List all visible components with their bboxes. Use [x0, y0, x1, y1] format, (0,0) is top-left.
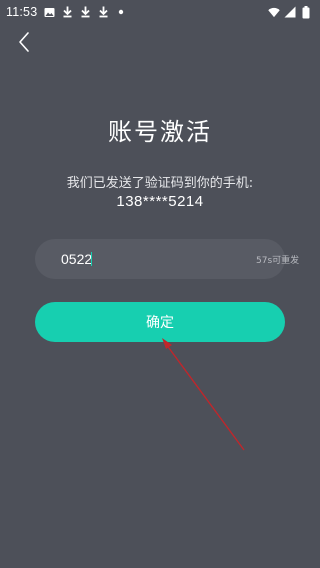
annotation-arrow: [162, 338, 245, 451]
image-icon: [43, 6, 55, 18]
status-time: 11:53: [6, 5, 38, 19]
battery-icon: [300, 5, 312, 18]
dot-icon: [115, 6, 127, 18]
verification-code-row: 57s可重发: [35, 239, 299, 279]
page-title: 账号激活: [108, 118, 212, 146]
status-bar: 11:53: [0, 0, 320, 24]
chevron-left-icon: [17, 31, 31, 57]
status-right: [268, 5, 312, 18]
text-cursor: [91, 252, 92, 266]
wifi-icon: [268, 6, 280, 18]
signal-icon: [284, 6, 296, 18]
status-left: 11:53: [6, 5, 127, 19]
download-icon: [61, 6, 73, 18]
verification-code-input[interactable]: [35, 239, 244, 279]
resend-countdown[interactable]: 57s可重发: [256, 253, 320, 266]
download-icon: [97, 6, 109, 18]
sent-code-message: 我们已发送了验证码到你的手机:: [66, 176, 254, 191]
download-icon: [79, 6, 91, 18]
masked-phone-number: 138****5214: [116, 193, 204, 210]
back-button[interactable]: [12, 30, 36, 58]
confirm-button[interactable]: 确定: [35, 302, 285, 342]
